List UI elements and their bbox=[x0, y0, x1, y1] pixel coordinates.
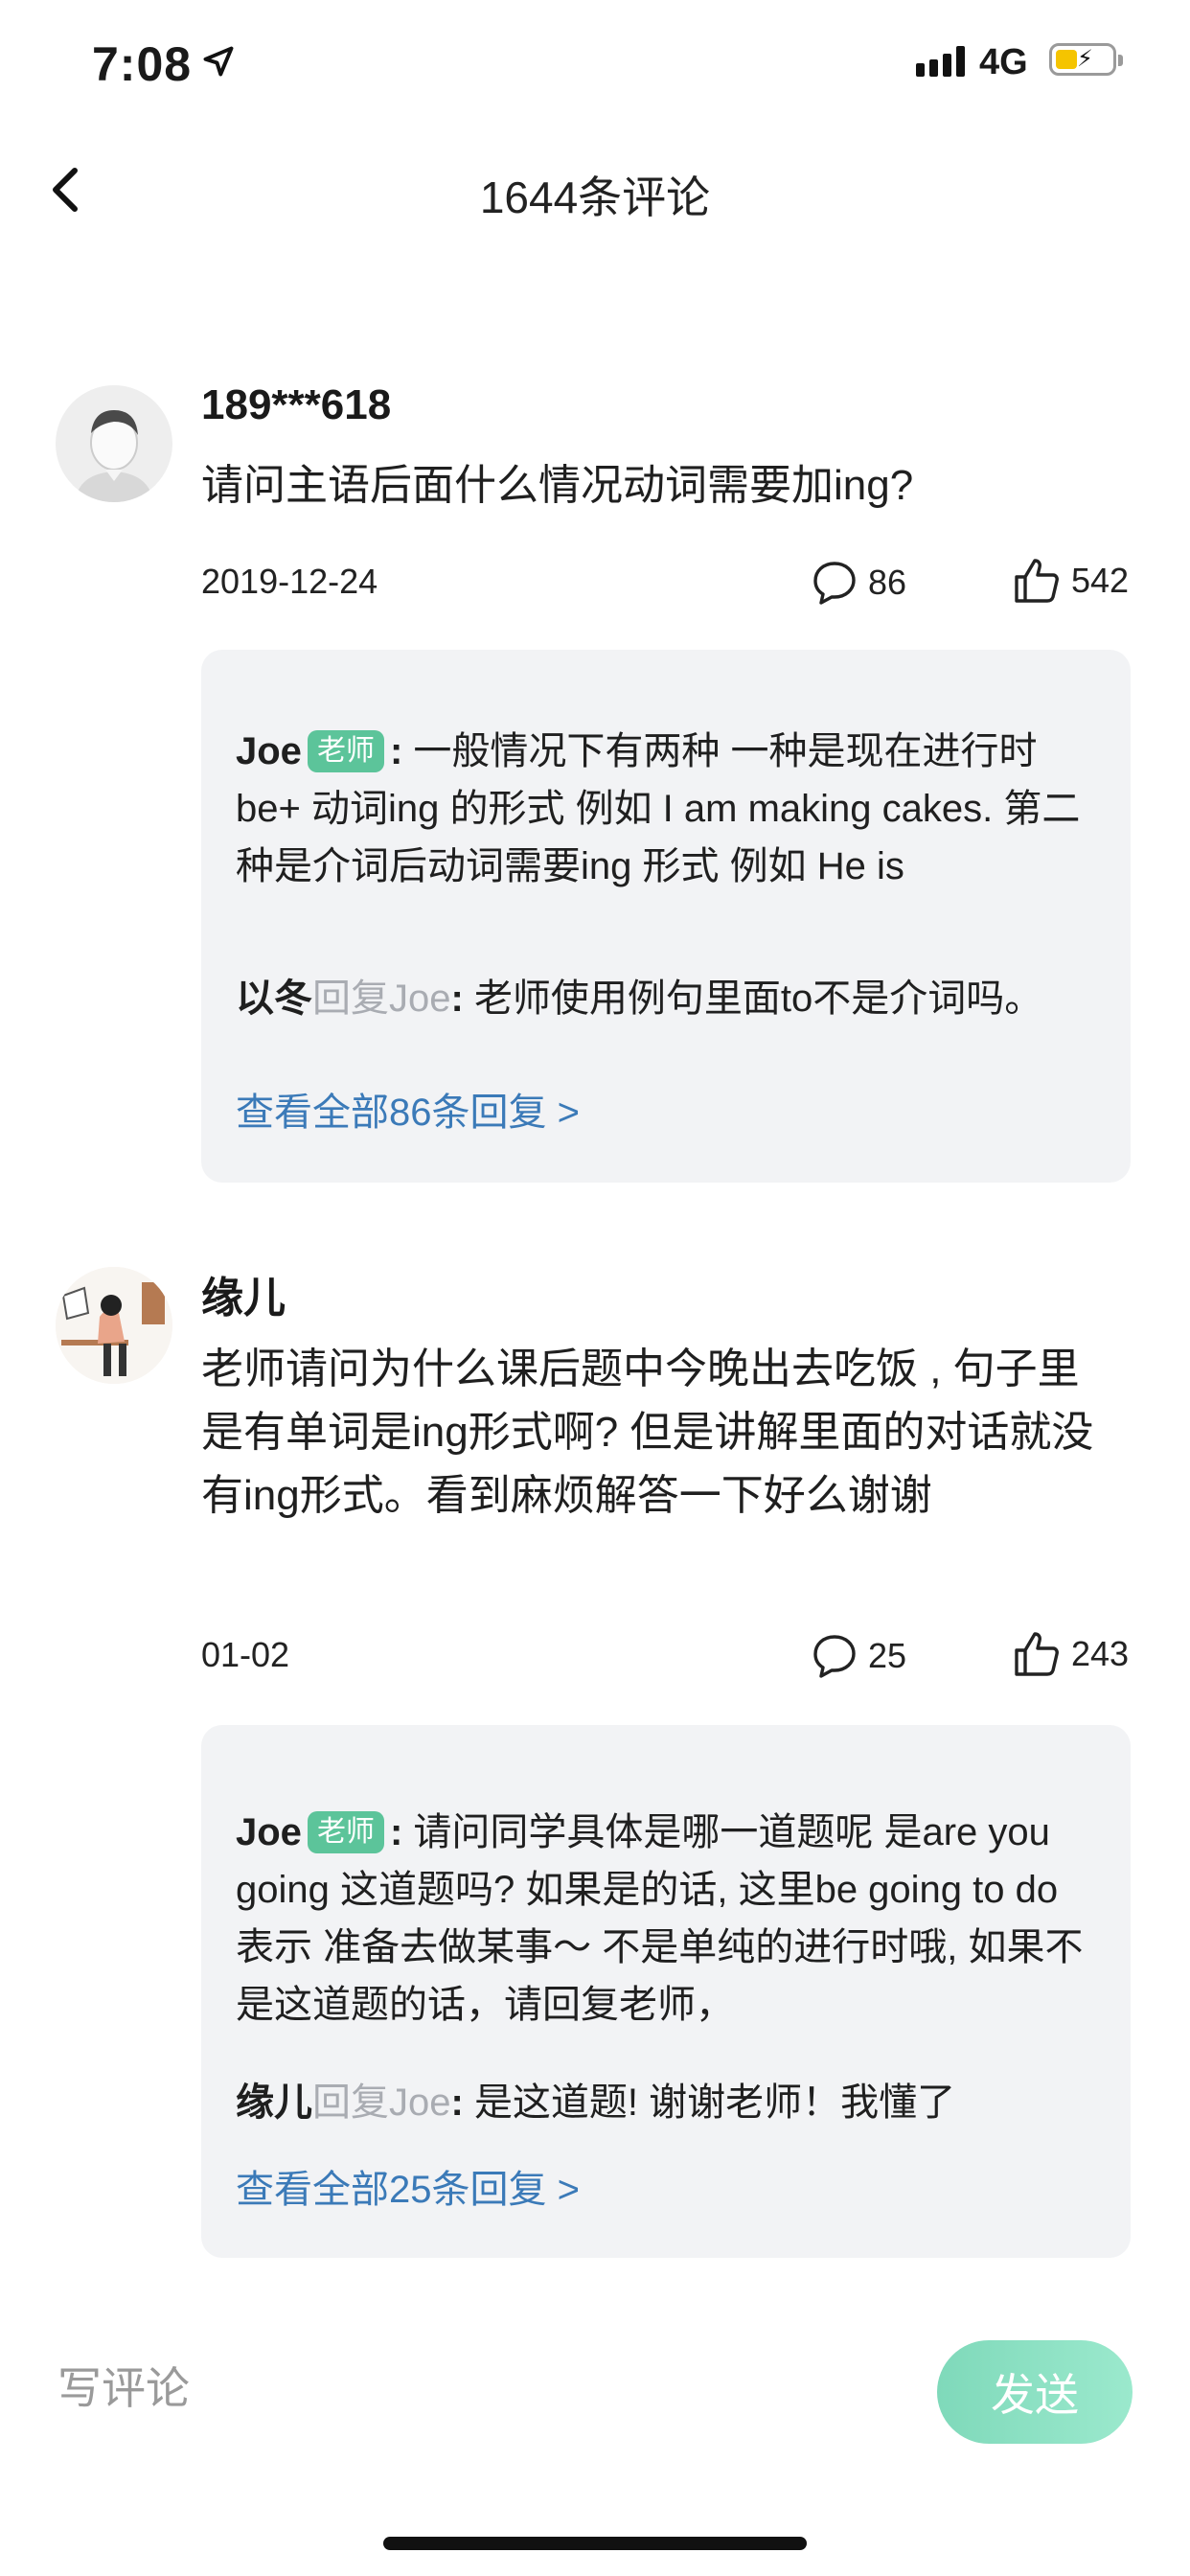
like-button[interactable]: 542 bbox=[1012, 554, 1129, 608]
comment-date: 2019-12-24 bbox=[201, 562, 378, 601]
reply-item[interactable]: 以冬回复Joe: 老师使用例句里面to不是介词吗。 bbox=[236, 970, 1098, 1027]
avatar[interactable] bbox=[56, 1267, 172, 1384]
view-all-replies-link[interactable]: 查看全部86条回复 > bbox=[236, 1081, 580, 1137]
comment-username: 189***618 bbox=[201, 381, 392, 428]
reply-item[interactable]: Joe 老师: 请问同学具体是哪一道题呢 是are you going 这道题吗?… bbox=[236, 1804, 1098, 2034]
comment-input[interactable]: 写评论 bbox=[57, 2354, 190, 2417]
thumbs-up-icon bbox=[1015, 1632, 1059, 1676]
status-bar: 7:08 4G ⚡ bbox=[0, 0, 1190, 125]
comment-text: 请问主语后面什么情况动词需要加ing? bbox=[201, 462, 914, 509]
like-count: 243 bbox=[1071, 1634, 1130, 1673]
reply-target: Joe bbox=[389, 2082, 451, 2124]
comment-username: 缘儿 bbox=[201, 1275, 286, 1322]
comment-meta: 2019-12-24 86 542 bbox=[201, 559, 1131, 610]
reply-box: Joe 老师: 请问同学具体是哪一道题呢 是are you going 这道题吗?… bbox=[201, 1725, 1131, 2258]
reply-text: 是这道题! 谢谢老师！我懂了 bbox=[473, 2082, 956, 2124]
comment-meta: 01-02 25 243 bbox=[201, 1632, 1131, 1683]
reply-button[interactable]: 25 bbox=[811, 1629, 906, 1683]
reply-box: Joe 老师: 一般情况下有两种 一种是现在进行时 be+ 动词ing 的形式 例… bbox=[201, 650, 1131, 1183]
reply-item[interactable]: Joe 老师: 一般情况下有两种 一种是现在进行时 be+ 动词ing 的形式 例… bbox=[236, 723, 1098, 895]
like-button[interactable]: 243 bbox=[1012, 1627, 1129, 1681]
reply-target: Joe bbox=[389, 978, 451, 1020]
comment-text: 老师请问为什么课后题中今晚出去吃饭 , 句子里是有单词是ing形式啊? 但是讲解… bbox=[201, 1346, 1094, 1519]
reply-count: 86 bbox=[868, 563, 907, 602]
location-arrow-icon bbox=[203, 46, 234, 77]
comment-date: 01-02 bbox=[201, 1635, 290, 1674]
teacher-badge: 老师 bbox=[307, 1811, 384, 1853]
reply-author: Joe bbox=[236, 1811, 302, 1853]
reply-to-label: 回复 bbox=[312, 2082, 389, 2124]
page-title: 1644条评论 bbox=[479, 172, 711, 222]
reply-count: 25 bbox=[868, 1636, 907, 1675]
status-time: 7:08 bbox=[92, 37, 193, 91]
nav-bar: 1644条评论 bbox=[0, 144, 1190, 236]
teacher-badge: 老师 bbox=[307, 730, 384, 772]
thumbs-up-icon bbox=[1015, 559, 1059, 603]
like-count: 542 bbox=[1071, 561, 1130, 600]
reply-author: 缘儿 bbox=[236, 2082, 312, 2124]
reply-author: Joe bbox=[236, 730, 302, 772]
reply-button[interactable]: 86 bbox=[811, 556, 906, 610]
comment-input-bar: 写评论 发送 bbox=[0, 2300, 1190, 2576]
reply-text: 老师使用例句里面to不是介词吗。 bbox=[473, 978, 1043, 1020]
home-indicator bbox=[383, 2537, 807, 2550]
comment-bubble-icon bbox=[813, 1635, 856, 1678]
user-avatar-icon bbox=[75, 410, 153, 502]
user-avatar-icon bbox=[56, 1267, 172, 1384]
comment-bubble-icon bbox=[813, 562, 856, 605]
reply-item[interactable]: 缘儿回复Joe: 是这道题! 谢谢老师！我懂了 bbox=[236, 2074, 1098, 2131]
send-button[interactable]: 发送 bbox=[937, 2340, 1133, 2444]
reply-to-label: 回复 bbox=[312, 978, 389, 1020]
view-all-replies-link[interactable]: 查看全部25条回复 > bbox=[236, 2158, 580, 2214]
avatar[interactable] bbox=[56, 385, 172, 502]
reply-author: 以冬 bbox=[236, 978, 312, 1020]
network-type: 4G bbox=[979, 42, 1028, 82]
battery-icon: ⚡ bbox=[1049, 43, 1123, 76]
